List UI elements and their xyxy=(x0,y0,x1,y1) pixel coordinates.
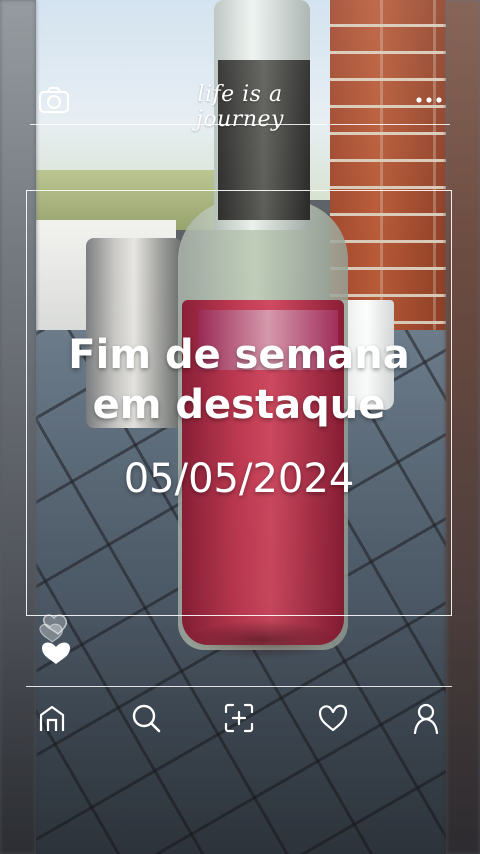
post-title: Fim de semana em destaque xyxy=(26,330,452,430)
bottom-nav xyxy=(26,696,452,740)
more-dots-icon[interactable] xyxy=(414,86,444,114)
top-bar: life is a journey xyxy=(0,80,480,132)
search-icon[interactable] xyxy=(128,700,164,736)
reactions xyxy=(38,612,78,672)
post-date: 05/05/2024 xyxy=(123,456,355,502)
top-divider xyxy=(30,124,450,125)
add-photo-icon[interactable] xyxy=(221,700,257,736)
profile-icon[interactable] xyxy=(408,700,444,736)
post-title-line-2: em destaque xyxy=(92,382,386,428)
heart-icon[interactable] xyxy=(315,700,351,736)
bottom-divider xyxy=(26,686,452,687)
heart-outline-icon[interactable] xyxy=(38,612,78,672)
home-icon[interactable] xyxy=(34,700,70,736)
post-title-line-1: Fim de semana xyxy=(68,332,410,378)
camera-icon[interactable] xyxy=(38,86,70,114)
